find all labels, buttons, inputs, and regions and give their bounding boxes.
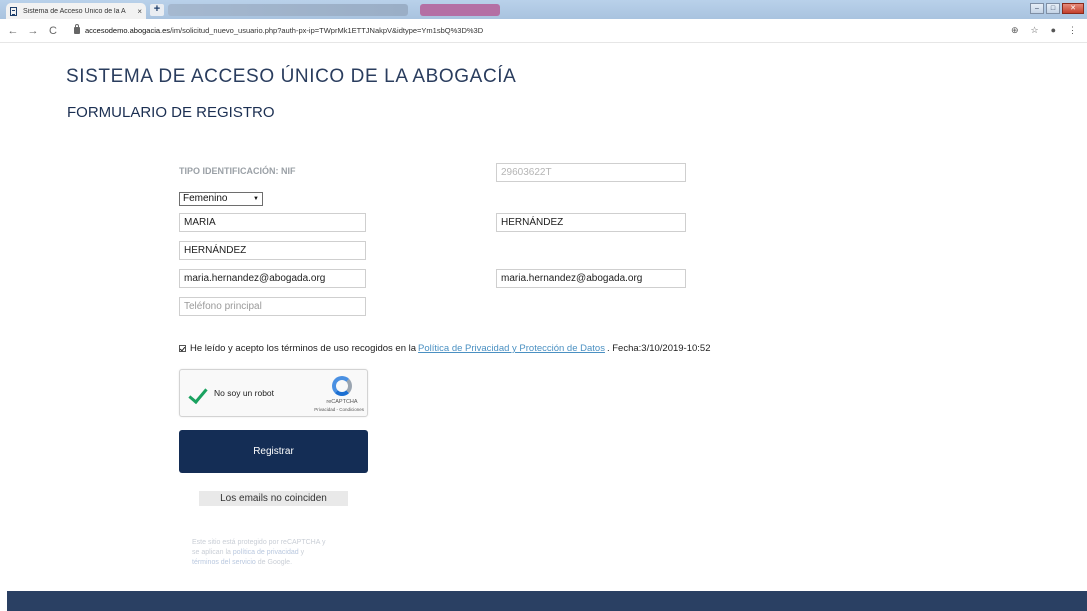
phone-field[interactable]: Teléfono principal (179, 297, 366, 316)
captcha-brand: reCAPTCHA (326, 399, 358, 405)
form-title: FORMULARIO DE REGISTRO (67, 104, 275, 121)
terms-date: . Fecha:3/10/2019-10:52 (606, 343, 711, 354)
tab-close-icon[interactable]: × (137, 7, 142, 16)
url-field[interactable]: accesodemo.abogacia.es/im/solicitud_nuev… (85, 26, 483, 35)
gender-select[interactable]: Femenino ▼ (179, 192, 263, 206)
terms-row: He leído y acepto los términos de uso re… (179, 343, 711, 354)
bookmark-star-icon[interactable]: ☆ (1030, 25, 1038, 36)
back-arrow-icon[interactable]: ← (6, 25, 20, 37)
gender-selected-value: Femenino (183, 193, 228, 204)
chevron-down-icon: ▼ (253, 196, 259, 202)
recaptcha-widget: No soy un robot reCAPTCHA Privacidad - C… (179, 369, 368, 417)
terms-checkbox[interactable] (179, 345, 186, 352)
email-mismatch-error: Los emails no coinciden (199, 491, 348, 506)
url-host: accesodemo.abogacia.es (85, 26, 171, 35)
terms-text: He leído y acepto los términos de uso re… (190, 343, 417, 354)
notice-line2-suffix: y (300, 549, 305, 556)
account-icon[interactable]: ● (1051, 25, 1056, 36)
recaptcha-notice: Este sitio está protegido por reCAPTCHA … (192, 538, 352, 568)
surname2-field[interactable]: HERNÁNDEZ (179, 241, 366, 260)
zoom-icon[interactable]: ⊕ (1011, 25, 1019, 36)
tab-title: Sistema de Acceso Único de la A (23, 7, 126, 15)
forward-arrow-icon[interactable]: → (26, 25, 40, 37)
menu-dots-icon[interactable]: ⋮ (1068, 25, 1077, 36)
background-tab[interactable] (420, 4, 500, 16)
minimize-button[interactable]: – (1030, 3, 1044, 14)
surname1-field[interactable]: HERNÁNDEZ (496, 213, 686, 232)
recaptcha-logo-icon (332, 376, 352, 396)
google-terms-link[interactable]: términos del servicio (192, 559, 256, 566)
captcha-label: No soy un robot (214, 388, 275, 398)
new-tab-button[interactable]: + (150, 4, 164, 16)
site-favicon-icon (10, 6, 17, 16)
id-type-label: TIPO IDENTIFICACIÓN: NIF (179, 166, 296, 176)
close-window-button[interactable]: ✕ (1062, 3, 1084, 14)
page-footer (7, 591, 1087, 611)
reload-icon[interactable]: C (46, 25, 60, 37)
notice-line1: Este sitio está protegido por reCAPTCHA … (192, 539, 326, 546)
maximize-button[interactable]: □ (1046, 3, 1060, 14)
notice-line2-prefix: se aplican la (192, 549, 231, 556)
google-privacy-link[interactable]: política de privacidad (233, 549, 299, 556)
browser-tabstrip: Sistema de Acceso Único de la A × + – □ … (0, 0, 1087, 19)
address-bar-actions: ⊕ ☆ ● ⋮ (1011, 25, 1077, 36)
lock-icon[interactable] (74, 24, 80, 34)
captcha-terms-link[interactable]: Privacidad - Condiciones (306, 407, 364, 412)
address-bar: ← → C accesodemo.abogacia.es/im/solicitu… (0, 19, 1087, 43)
background-tab[interactable] (168, 4, 408, 16)
notice-line3-suffix: de Google. (257, 559, 293, 566)
site-title: SISTEMA DE ACCESO ÚNICO DE LA ABOGACÍA (66, 66, 517, 87)
email-confirm-field[interactable]: maria.hernandez@abogada.org (496, 269, 686, 288)
first-name-field[interactable]: MARIA (179, 213, 366, 232)
captcha-checkmark-icon[interactable] (188, 383, 208, 405)
email-field[interactable]: maria.hernandez@abogada.org (179, 269, 366, 288)
browser-tab[interactable]: Sistema de Acceso Único de la A × (6, 3, 146, 19)
privacy-policy-link[interactable]: Política de Privacidad y Protección de D… (418, 343, 605, 354)
url-path: /im/solicitud_nuevo_usuario.php?auth-px-… (170, 26, 484, 35)
nif-field: 29603622T (496, 163, 686, 182)
register-button[interactable]: Registrar (179, 430, 368, 473)
